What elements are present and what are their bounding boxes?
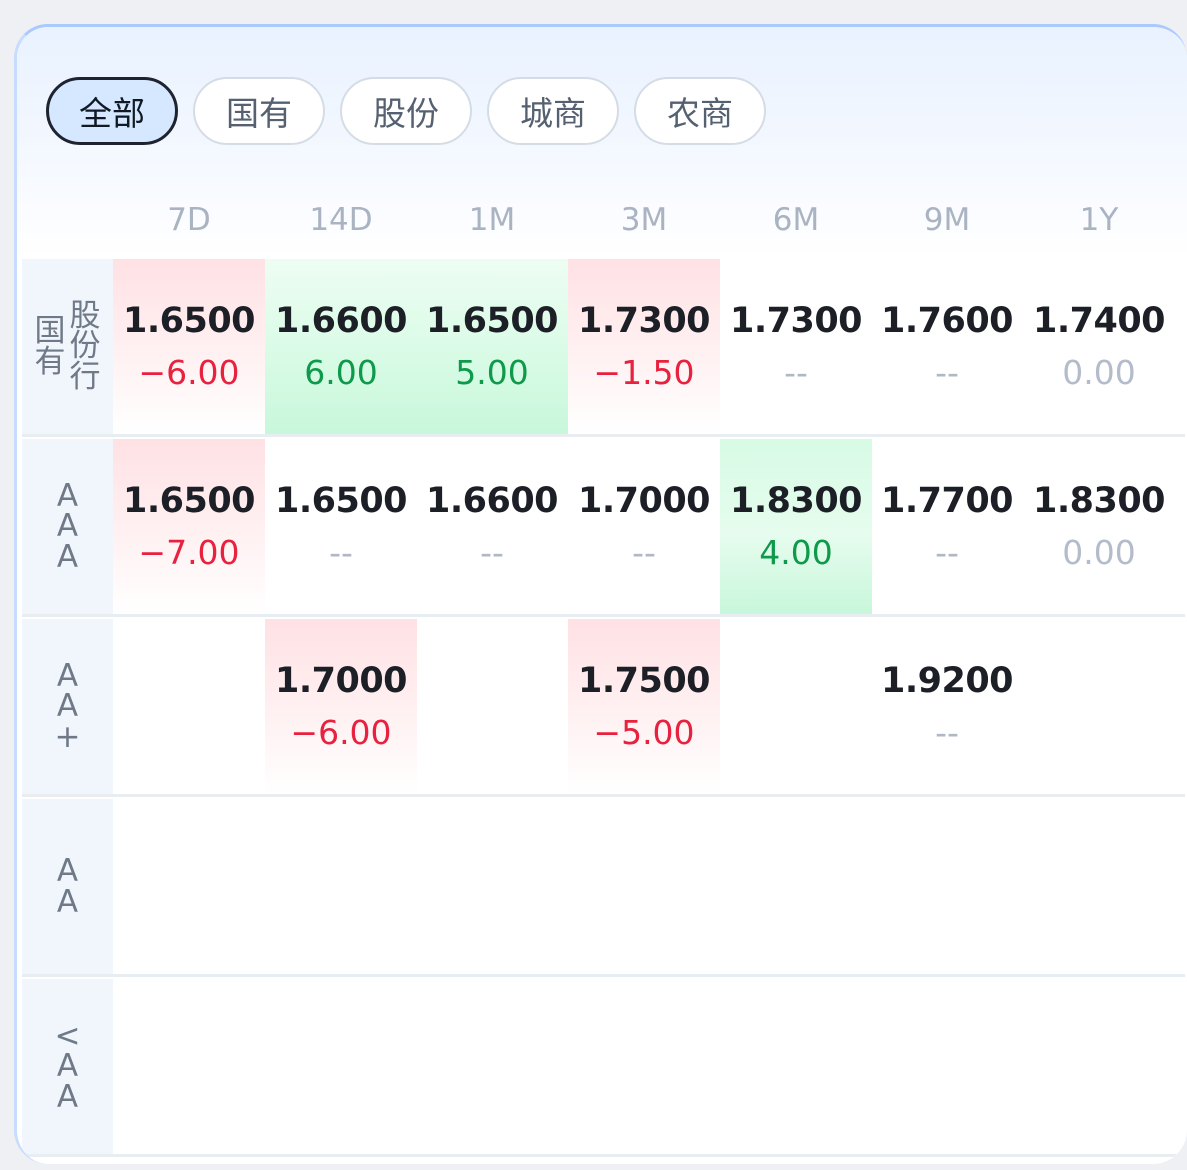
category-tabs: 全部 国有 股份 城商 农商 [46, 77, 766, 145]
row-label-group: 国有股份行 [34, 297, 101, 395]
rate-change: 4.00 [759, 533, 833, 572]
row-label-char: A [56, 688, 79, 725]
rate-cell[interactable]: 1.6600 6.00 [265, 259, 417, 434]
row-label-char: + [54, 718, 81, 755]
row-label-main: 国有 [34, 313, 66, 380]
row-aa: AA [22, 799, 1185, 977]
rate-cell[interactable]: 1.7400 0.00 [1023, 259, 1175, 434]
rate-change: −1.50 [593, 353, 695, 392]
tab-joint-stock[interactable]: 股份 [340, 77, 472, 145]
row-label: AA [22, 799, 113, 974]
row-aa-plus: A A +1.7000 −6.00 1.7500 −5.00 1.9200 -- [22, 619, 1185, 797]
rate-change: -- [632, 533, 656, 572]
rate-price: 1.7000 [274, 661, 408, 701]
rate-change: −7.00 [138, 533, 240, 572]
rate-price: 1.6500 [425, 301, 559, 341]
tenor-header: 9M [923, 202, 971, 238]
rate-change: -- [935, 533, 959, 572]
rate-price: 1.7400 [1032, 301, 1166, 341]
rate-change: 5.00 [455, 353, 529, 392]
tenor-header: 1M [468, 202, 516, 238]
rate-price: 1.7300 [577, 301, 711, 341]
rate-price: 1.6500 [122, 301, 256, 341]
rate-price: 1.6500 [122, 481, 256, 521]
rate-cell[interactable]: 1.7000 −6.00 [265, 619, 417, 794]
rate-price: 1.6600 [274, 301, 408, 341]
row-label: AAA [22, 439, 113, 614]
rate-price: 1.8300 [1032, 481, 1166, 521]
row-state-joint-stock: 国有股份行 1.6500 −6.00 1.6600 6.00 1.6500 5.00 1.73… [22, 259, 1185, 437]
rate-card: 全部 国有 股份 城商 农商 7D 14D 1M 3M 6M 9M 1Y 国有股… [14, 24, 1187, 1164]
rate-cell[interactable]: 1.6500 -- [265, 439, 417, 614]
rate-price: 1.7300 [729, 301, 863, 341]
row-label-char: A [56, 1048, 79, 1085]
rate-cell[interactable]: 1.6500 −7.00 [113, 439, 265, 614]
row-label-char: A [56, 508, 79, 545]
rate-cell[interactable]: 1.6500 5.00 [416, 259, 568, 434]
rate-cell[interactable]: 1.6600 -- [416, 439, 568, 614]
tenor-header: 7D [167, 202, 211, 238]
row-below-aa: < A A [22, 979, 1185, 1157]
rate-change: −6.00 [138, 353, 240, 392]
row-label-main: < A A [54, 1017, 81, 1115]
rate-cell[interactable]: 1.7600 -- [871, 259, 1023, 434]
rate-price: 1.7600 [880, 301, 1014, 341]
tenor-header: 3M [620, 202, 668, 238]
row-label-char: 份 [69, 328, 101, 365]
rate-cell[interactable]: 1.6500 −6.00 [113, 259, 265, 434]
row-label: 国有股份行 [22, 259, 113, 434]
row-label-char: A [56, 538, 79, 575]
tenor-header: 6M [772, 202, 820, 238]
row-label-char: 国 [34, 313, 66, 350]
row-label-char: 行 [69, 358, 101, 395]
rate-change: −5.00 [593, 713, 695, 752]
rate-price: 1.8300 [729, 481, 863, 521]
rate-cell[interactable]: 1.8300 4.00 [720, 439, 872, 614]
row-label-char: A [56, 853, 79, 890]
tab-all[interactable]: 全部 [46, 77, 178, 145]
row-label-side: 股份行 [69, 297, 101, 395]
rate-change: -- [935, 353, 959, 392]
rate-price: 1.7000 [577, 481, 711, 521]
rate-cell[interactable]: 1.7300 -- [720, 259, 872, 434]
tenor-header-row: 7D 14D 1M 3M 6M 9M 1Y [113, 202, 1176, 254]
row-label-char: 有 [34, 343, 66, 380]
rate-change: 0.00 [1062, 353, 1136, 392]
tab-state-owned[interactable]: 国有 [193, 77, 325, 145]
rate-price: 1.7500 [577, 661, 711, 701]
row-label-char: A [56, 1078, 79, 1115]
row-label-char: 股 [69, 297, 101, 334]
rate-cell[interactable]: 1.7700 -- [871, 439, 1023, 614]
row-label-char: A [56, 657, 79, 694]
row-label-char: A [56, 477, 79, 514]
rate-cell[interactable]: 1.8300 0.00 [1023, 439, 1175, 614]
row-label-main: A A + [54, 657, 81, 755]
rate-change: -- [935, 713, 959, 752]
tab-rural-commercial[interactable]: 农商 [634, 77, 766, 145]
row-label-char: < [54, 1017, 81, 1054]
row-aaa: A A A 1.6500 −7.00 1.6500 -- 1.6600 -- 1.7000 -- 1.… [22, 439, 1185, 617]
rate-price: 1.6500 [274, 481, 408, 521]
rate-change: -- [784, 353, 808, 392]
rate-cell[interactable]: 1.9200 -- [871, 619, 1023, 794]
rate-cell[interactable]: 1.7000 -- [568, 439, 720, 614]
row-label: A A + [22, 619, 113, 794]
rate-change: -- [480, 533, 504, 572]
row-label: < A A [22, 979, 113, 1154]
rate-change: −6.00 [290, 713, 392, 752]
rate-cell[interactable]: 1.7300 −1.50 [568, 259, 720, 434]
rate-price: 1.6600 [425, 481, 559, 521]
rate-change: -- [329, 533, 353, 572]
tenor-header: 1Y [1079, 202, 1119, 238]
row-label-main: AAA [56, 477, 79, 575]
row-label-main: AA [56, 853, 79, 920]
row-label-char: A [56, 883, 79, 920]
rate-price: 1.7700 [880, 481, 1014, 521]
tab-city-commercial[interactable]: 城商 [487, 77, 619, 145]
rate-cell[interactable]: 1.7500 −5.00 [568, 619, 720, 794]
rate-change: 6.00 [304, 353, 378, 392]
tenor-header: 14D [309, 202, 373, 238]
rate-price: 1.9200 [880, 661, 1014, 701]
rate-change: 0.00 [1062, 533, 1136, 572]
